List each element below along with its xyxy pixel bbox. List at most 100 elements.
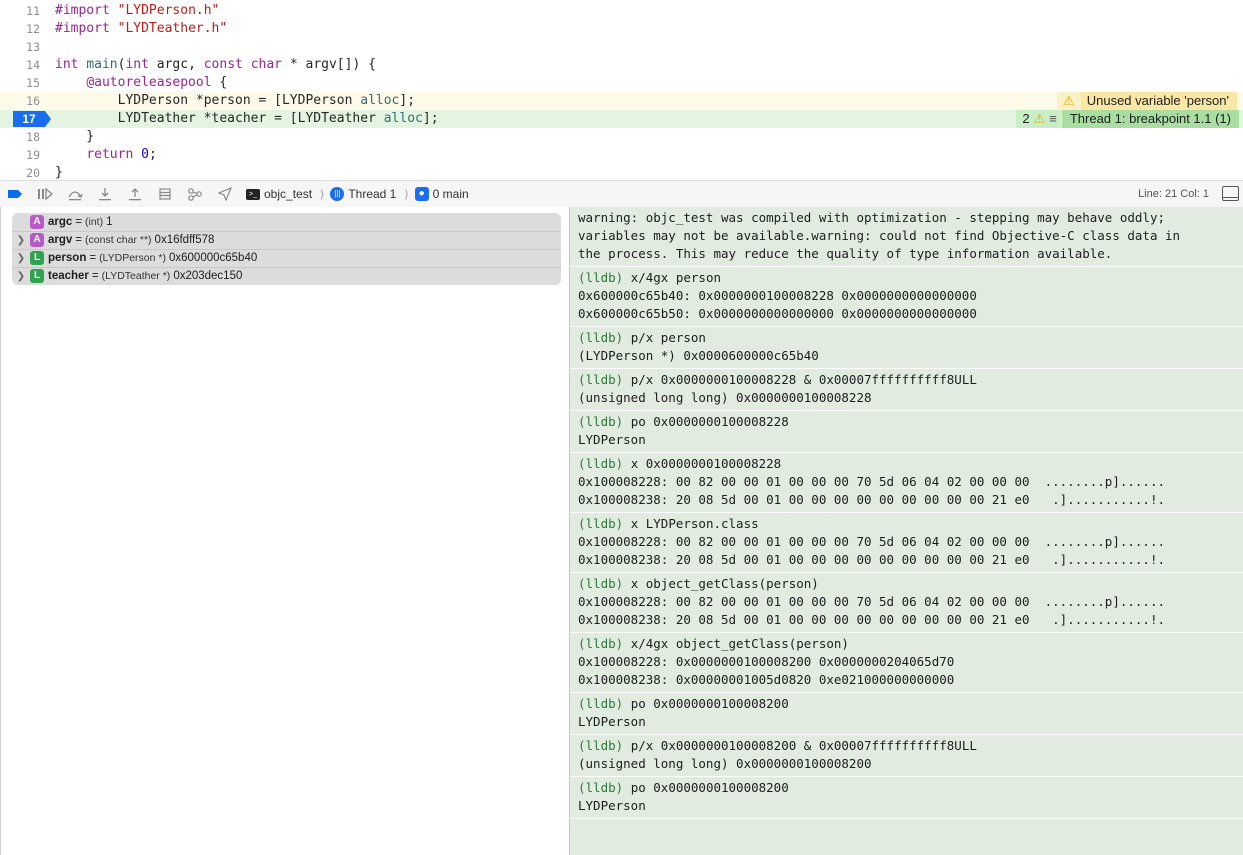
step-over-button[interactable]	[60, 182, 90, 206]
breakpoint-annotation[interactable]: 2 ⚠ ≡ Thread 1: breakpoint 1.1 (1)	[1016, 110, 1239, 128]
warning-triangle-icon: ⚠	[1033, 111, 1046, 126]
code-token: LYDTeather *teacher = [LYDTeather	[55, 111, 384, 126]
view-hierarchy-button[interactable]	[150, 182, 180, 206]
variable-row[interactable]: ❯ Lperson = (LYDPerson *) 0x600000c65b40	[12, 249, 561, 268]
console-output-line: 0x100008238: 20 08 5d 00 01 00 00 00 00 …	[578, 492, 1165, 507]
line-number: 15	[26, 76, 40, 90]
chevron-right-icon[interactable]: ❯	[12, 235, 30, 246]
command-text: p/x 0x0000000100008228 & 0x00007ffffffff…	[630, 372, 977, 387]
console-output-line: LYDPerson	[578, 432, 646, 447]
code-line[interactable]: 12 #import "LYDTeather.h"	[0, 20, 1243, 38]
line-number: 13	[26, 40, 40, 54]
code-token: const char	[203, 57, 283, 72]
console-output-line: 0x100008228: 0x0000000100008200 0x000000…	[578, 654, 955, 669]
console-command: (lldb) po 0x0000000100008200	[578, 695, 1243, 713]
code-token: ];	[422, 111, 439, 126]
chevron-right-icon[interactable]: ❯	[12, 253, 30, 264]
code-token: argc,	[148, 57, 204, 72]
issue-count[interactable]: 2 ⚠ ≡	[1016, 110, 1061, 128]
terminal-icon: >_	[246, 188, 260, 200]
variable-name: person	[48, 252, 87, 264]
code-text: return 0;	[55, 146, 156, 164]
command-text: po 0x0000000100008200	[630, 696, 789, 711]
code-line[interactable]: 20}	[0, 164, 1243, 180]
line-number: 16	[26, 94, 40, 108]
code-token: ];	[399, 93, 416, 108]
variable-row[interactable]: ❯ Aargv = (const char **) 0x16fdff578	[12, 231, 561, 250]
warning-annotation[interactable]: ⚠ Unused variable 'person'	[1056, 92, 1237, 110]
frame-person-icon: ●	[414, 187, 429, 201]
step-out-button[interactable]	[120, 182, 150, 206]
menu-lines-icon: ≡	[1049, 111, 1057, 126]
console-entry: (lldb) x object_getClass(person) 0x100008…	[570, 573, 1243, 633]
debug-bar: >_ objc_test ⟩ ||| Thread 1 ⟩ ● 0 main L…	[0, 180, 1243, 208]
console-entry: (lldb) x/4gx person 0x600000c65b40: 0x000…	[570, 267, 1243, 327]
code-line[interactable]: 13	[0, 38, 1243, 56]
equals-sign: =	[75, 234, 83, 246]
code-text: @autoreleasepool {	[55, 74, 227, 92]
code-line[interactable]: 15 @autoreleasepool {	[0, 74, 1243, 92]
console-command: (lldb) x 0x0000000100008228	[578, 455, 1243, 473]
continue-button[interactable]	[30, 182, 60, 206]
command-text: po 0x0000000100008200	[630, 780, 789, 795]
console-entry: (lldb) x 0x0000000100008228 0x100008228: …	[570, 453, 1243, 513]
code-token: LYDPerson *person = [LYDPerson	[55, 93, 361, 108]
breadcrumb-thread[interactable]: Thread 1	[348, 187, 396, 201]
stack-icon	[159, 188, 171, 200]
lldb-prompt: (lldb)	[578, 636, 624, 651]
console-command: (lldb) p/x 0x0000000100008200 & 0x00007f…	[578, 737, 1243, 755]
lldb-prompt: (lldb)	[578, 696, 624, 711]
breadcrumb-target[interactable]: objc_test	[264, 187, 312, 201]
console-output-line: 0x100008228: 00 82 00 00 01 00 00 00 70 …	[578, 534, 1165, 549]
line-number: 17	[22, 112, 36, 126]
variable-row[interactable]: Aargc = (int) 1	[12, 213, 561, 232]
equals-sign: =	[89, 252, 97, 264]
code-text: }	[55, 164, 63, 180]
line-col-indicator: Line: 21 Col: 1	[1138, 188, 1209, 200]
code-text: #import "LYDPerson.h"	[55, 2, 219, 20]
code-token: 0	[141, 147, 149, 162]
step-into-button[interactable]	[90, 182, 120, 206]
variable-row[interactable]: ❯ Lteacher = (LYDTeather *) 0x203dec150	[12, 267, 561, 285]
line-number: 14	[26, 58, 40, 72]
lldb-prompt: (lldb)	[578, 738, 624, 753]
code-line[interactable]: 17 LYDTeather *teacher = [LYDTeather all…	[0, 110, 1243, 128]
console-output-line: variables may not be available.warning: …	[578, 228, 1181, 243]
variable-kind-badge: A	[30, 215, 44, 229]
command-text: x 0x0000000100008228	[630, 456, 782, 471]
step-over-icon	[68, 191, 83, 201]
code-token: }	[55, 129, 95, 144]
breakpoints-toggle-button[interactable]	[0, 182, 30, 206]
code-line[interactable]: 19 return 0;	[0, 146, 1243, 164]
chevron-right-icon: ⟩	[320, 188, 325, 201]
toggle-panel-icon[interactable]	[1222, 186, 1239, 201]
code-token: alloc	[383, 111, 423, 126]
line-number: 20	[26, 166, 40, 180]
chevron-right-icon[interactable]: ❯	[12, 271, 30, 282]
lldb-console[interactable]: warning: objc_test was compiled with opt…	[569, 207, 1243, 855]
variable-name: argc	[48, 216, 73, 228]
source-editor[interactable]: 11 #import "LYDPerson.h" 12 #import "LYDTea…	[0, 0, 1243, 180]
console-output-line: LYDPerson	[578, 798, 646, 813]
breadcrumb-frame[interactable]: 0 main	[433, 187, 469, 201]
variable-value: 0x203dec150	[173, 270, 243, 282]
variable-kind-badge: L	[30, 251, 44, 265]
breadcrumb: >_ objc_test ⟩ ||| Thread 1 ⟩ ● 0 main	[246, 187, 469, 201]
lldb-prompt: (lldb)	[578, 780, 624, 795]
code-token: {	[211, 75, 228, 90]
console-output-line: 0x100008238: 20 08 5d 00 01 00 00 00 00 …	[578, 552, 1165, 567]
warning-message: Unused variable 'person'	[1080, 92, 1237, 110]
code-token: }	[55, 165, 63, 180]
variable-name: teacher	[48, 270, 89, 282]
code-line[interactable]: 14 int main(int argc, const char * argv[]…	[0, 56, 1243, 74]
code-line[interactable]: 11 #import "LYDPerson.h"	[0, 2, 1243, 20]
issue-count-number: 2	[1022, 111, 1030, 126]
console-output-line: LYDPerson	[578, 714, 646, 729]
simulate-location-button[interactable]	[210, 182, 240, 206]
code-line[interactable]: 16 LYDPerson *person = [LYDPerson alloc]…	[0, 92, 1243, 110]
console-command: (lldb) x LYDPerson.class	[578, 515, 1243, 533]
equals-sign: =	[75, 216, 83, 228]
code-line[interactable]: 18 }	[0, 128, 1243, 146]
memory-graph-button[interactable]	[180, 182, 210, 206]
